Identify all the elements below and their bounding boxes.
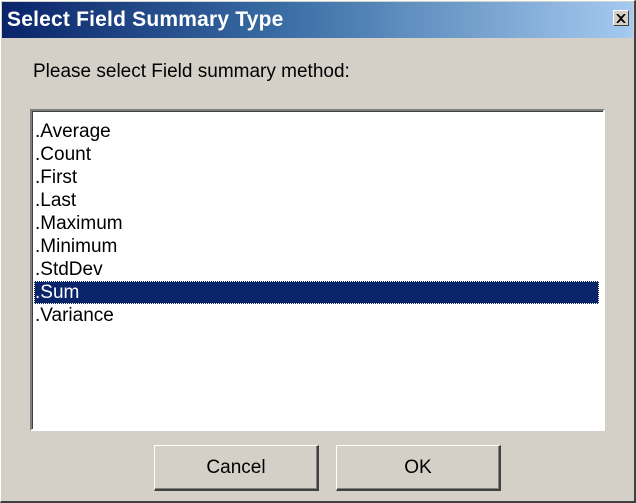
list-item-selected[interactable]: .Sum xyxy=(34,281,599,304)
list-item[interactable]: .Maximum xyxy=(34,212,599,235)
cancel-button[interactable]: Cancel xyxy=(154,445,319,491)
window-title: Select Field Summary Type xyxy=(7,8,284,31)
title-bar[interactable]: Select Field Summary Type xyxy=(2,2,633,38)
close-x-icon xyxy=(616,13,626,23)
ok-button[interactable]: OK xyxy=(336,445,501,491)
list-item[interactable]: .StdDev xyxy=(34,258,599,281)
list-item[interactable]: .First xyxy=(34,166,599,189)
prompt-label: Please select Field summary method: xyxy=(33,61,350,82)
list-item[interactable]: .Variance xyxy=(34,304,599,327)
close-button[interactable] xyxy=(613,10,629,26)
list-item[interactable]: .Last xyxy=(34,189,599,212)
list-item[interactable]: .Minimum xyxy=(34,235,599,258)
select-field-summary-dialog: Select Field Summary Type Please select … xyxy=(0,0,636,503)
list-item[interactable]: .Count xyxy=(34,143,599,166)
summary-method-listbox[interactable]: .Average .Count .First .Last .Maximum .M… xyxy=(30,109,605,431)
list-item[interactable]: .Average xyxy=(34,120,599,143)
